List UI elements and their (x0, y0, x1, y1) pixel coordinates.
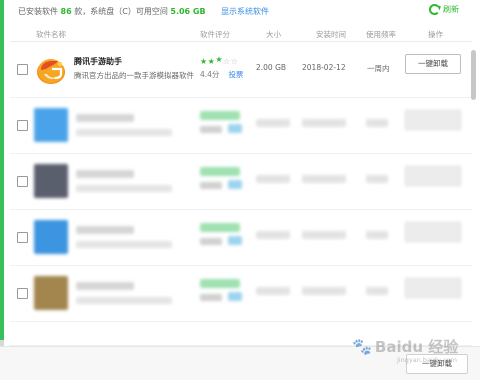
row-checkbox[interactable] (17, 120, 28, 131)
blurred-blue-app-icon (34, 220, 68, 254)
blurred-rating-stars (200, 111, 240, 120)
table-row (10, 266, 472, 322)
blurred-app-description (76, 241, 172, 248)
blurred-install-date (302, 231, 346, 239)
column-name: 软件名称 (36, 30, 66, 39)
uninstall-button[interactable]: 一键卸载 (405, 54, 461, 74)
watermark-url: jingyan.baidu.com (397, 356, 457, 364)
blurred-frequency (366, 119, 388, 127)
app-size: 2.00 GB (256, 63, 287, 72)
rating-score: 4.4分 投票 (200, 69, 243, 80)
blurred-app-name (76, 114, 134, 122)
refresh-icon (429, 4, 440, 15)
blurred-app-name (76, 226, 134, 234)
blurred-app-name (76, 170, 134, 178)
blurred-size (256, 119, 290, 127)
row-checkbox[interactable] (17, 288, 28, 299)
column-size: 大小 (266, 30, 281, 39)
blurred-uninstall-button[interactable] (405, 166, 461, 186)
top-bar: 已安装软件 86 款，系统盘（C）可用空间 5.06 GB 显示系统软件 刷新 (0, 0, 480, 22)
column-install-time: 安装时间 (316, 30, 346, 39)
blurred-app-description (76, 129, 172, 136)
refresh-label: 刷新 (443, 5, 459, 14)
left-accent-stripe (0, 0, 4, 340)
blurred-rating-score (200, 294, 222, 301)
show-system-software-link[interactable]: 显示系统软件 (221, 6, 269, 17)
blurred-frequency (366, 231, 388, 239)
blurred-rate-link (228, 292, 242, 301)
blurred-install-date (302, 287, 346, 295)
free-space: 5.06 GB (170, 7, 206, 16)
rate-link[interactable]: 投票 (228, 70, 243, 79)
blurred-install-date (302, 175, 346, 183)
blurred-rating-score (200, 182, 222, 189)
table-row (10, 154, 472, 210)
blurred-rate-link (228, 236, 242, 245)
blurred-app-description (76, 185, 172, 192)
score-value: 4.4分 (200, 70, 220, 79)
blurred-app-name (76, 282, 134, 290)
table-row (10, 98, 472, 154)
summary-prefix: 已安装软件 (18, 7, 58, 16)
blurred-rating-stars (200, 223, 240, 232)
blurred-install-date (302, 119, 346, 127)
blurred-uninstall-button[interactable] (405, 222, 461, 242)
blurred-dark-app-icon (34, 164, 68, 198)
app-name: 腾讯手游助手 (74, 57, 122, 66)
blurred-rating-score (200, 126, 222, 133)
baidu-paw-icon: 🐾 (352, 337, 372, 356)
table-header: 软件名称 软件评分 大小 安装时间 使用频率 操作 (10, 26, 472, 42)
row-checkbox[interactable] (17, 176, 28, 187)
blurred-size (256, 175, 290, 183)
baidu-watermark: 🐾 Baidu 经验 jingyan.baidu.com (352, 336, 459, 364)
installed-count: 86 (60, 7, 72, 16)
blurred-size (256, 231, 290, 239)
blurred-rate-link (228, 180, 242, 189)
column-frequency: 使用频率 (366, 30, 396, 39)
row-checkbox[interactable] (17, 64, 28, 75)
blurred-rate-link (228, 124, 242, 133)
blurred-frequency (366, 175, 388, 183)
blurred-rating-stars (200, 279, 240, 288)
app-description: 腾讯官方出品的一款手游模拟器软件 (74, 71, 194, 80)
blurred-uninstall-button[interactable] (405, 278, 461, 298)
blurred-size (256, 287, 290, 295)
table-row (10, 210, 472, 266)
blurred-rating-score (200, 238, 222, 245)
tencent-gameassist-icon (34, 52, 68, 86)
row-checkbox[interactable] (17, 232, 28, 243)
install-date: 2018-02-12 (302, 63, 346, 72)
scrollbar-thumb[interactable] (471, 50, 476, 100)
table-row: 腾讯手游助手 腾讯官方出品的一款手游模拟器软件 ★★★☆☆ 4.4分 投票 2.0… (10, 42, 472, 98)
usage-frequency: 一周内 (367, 64, 390, 73)
rating-stars: ★★★☆☆ (200, 55, 239, 66)
blurred-rating-stars (200, 167, 240, 176)
refresh-button[interactable]: 刷新 (429, 4, 459, 15)
blurred-app-description (76, 297, 172, 304)
blurred-uninstall-button[interactable] (405, 110, 461, 130)
column-rating: 软件评分 (200, 30, 230, 39)
blurred-blue-app-icon (34, 108, 68, 142)
watermark-brand: Baidu 经验 (374, 338, 459, 356)
blurred-frequency (366, 287, 388, 295)
blurred-gold-app-icon (34, 276, 68, 310)
column-action: 操作 (428, 30, 443, 39)
summary-mid: 款，系统盘（C）可用空间 (74, 7, 168, 16)
installed-summary: 已安装软件 86 款，系统盘（C）可用空间 5.06 GB (18, 6, 206, 17)
